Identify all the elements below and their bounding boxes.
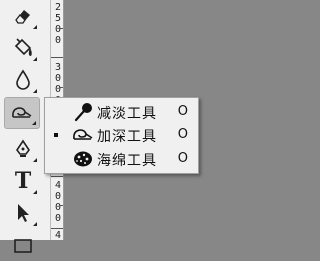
- ruler-label: 4: [54, 230, 62, 241]
- flyout-item-sponge[interactable]: 海绵工具 O: [45, 148, 198, 170]
- blur-drop-icon: [16, 69, 30, 90]
- rectangle-tool-button[interactable]: [6, 229, 40, 261]
- pen-icon: [16, 139, 30, 157]
- burn-hand-icon: [12, 107, 32, 118]
- pen-tool-button[interactable]: [6, 133, 40, 165]
- arrow-cursor-icon: [18, 204, 29, 222]
- ruler-tick: [59, 28, 63, 29]
- sponge-icon: [74, 151, 92, 167]
- submenu-indicator: [33, 25, 37, 29]
- ruler-tick: [51, 176, 63, 177]
- rectangle-icon: [14, 239, 32, 253]
- blur-tool-button[interactable]: [6, 64, 40, 96]
- submenu-indicator: [33, 158, 37, 162]
- burn-icon: [73, 129, 93, 140]
- flyout-item-shortcut: O: [177, 127, 188, 142]
- type-icon: T: [14, 168, 32, 194]
- submenu-indicator: [33, 222, 37, 226]
- ruler-tick: [51, 57, 63, 58]
- flyout-item-label: 减淡工具: [97, 106, 157, 122]
- eraser-tool-button[interactable]: [6, 0, 40, 32]
- flyout-item-label: 加深工具: [97, 129, 157, 145]
- submenu-indicator: [33, 89, 37, 93]
- tools-panel: T: [0, 0, 50, 253]
- paint-bucket-icon: [14, 38, 32, 56]
- flyout-item-dodge[interactable]: 减淡工具 O: [45, 101, 198, 123]
- ruler-label: 2500: [54, 2, 62, 46]
- eraser-icon: [15, 10, 30, 24]
- submenu-indicator: [33, 57, 37, 61]
- submenu-indicator: [33, 190, 37, 194]
- type-tool-button[interactable]: T: [6, 165, 40, 197]
- active-bullet-icon: [54, 133, 58, 137]
- ruler-tick: [59, 205, 63, 206]
- dodge-icon: [74, 103, 92, 122]
- path-selection-tool-button[interactable]: [6, 197, 40, 229]
- flyout-item-shortcut: O: [177, 151, 188, 166]
- submenu-indicator: [32, 121, 36, 125]
- flyout-item-shortcut: O: [177, 104, 188, 119]
- flyout-item-burn[interactable]: 加深工具 O: [45, 124, 198, 146]
- ruler-tick: [59, 87, 63, 88]
- flyout-item-label: 海绵工具: [97, 153, 157, 169]
- ruler-label: 4000: [54, 180, 62, 224]
- paint-bucket-tool-button[interactable]: [6, 32, 40, 64]
- ruler-tick: [51, 228, 63, 229]
- dodge-tool-button[interactable]: [4, 97, 40, 129]
- tool-flyout-menu: 减淡工具 O 加深工具 O 海绵工具 O: [44, 97, 199, 174]
